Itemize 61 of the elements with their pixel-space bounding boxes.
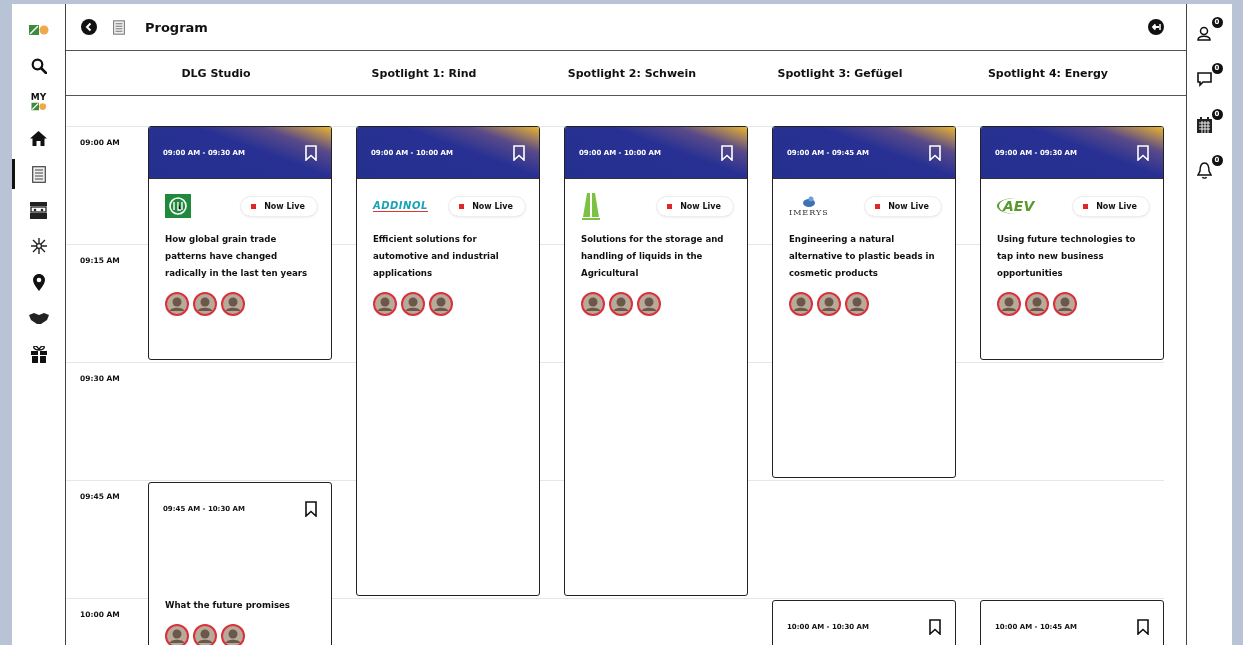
my-label: MY	[30, 93, 47, 102]
avatar	[221, 624, 245, 645]
sidebar-item[interactable]: MY	[11, 84, 66, 120]
column-heading: Spotlight 1: Rind	[370, 66, 478, 80]
column-heading: Spotlight 2: Schwein	[566, 66, 698, 80]
network-icon	[29, 237, 48, 255]
avatar	[609, 292, 633, 316]
bell-icon	[1196, 162, 1212, 179]
avatar	[429, 292, 453, 316]
avatar	[997, 292, 1021, 316]
list-icon[interactable]	[113, 19, 125, 35]
search-icon	[30, 58, 47, 74]
back-icon[interactable]	[81, 19, 97, 35]
logo-icon	[581, 191, 601, 221]
bookmark-icon[interactable]	[305, 501, 317, 517]
session-title: How global grain trade patterns have changed radically in the last ten years	[165, 233, 309, 280]
now-live-badge: Now Live	[241, 196, 317, 216]
avatar	[845, 292, 869, 316]
bookmark-icon[interactable]	[1137, 619, 1149, 635]
logo-icon	[28, 24, 49, 36]
now-live-badge: Now Live	[449, 196, 525, 216]
session-title: Solutions for the storage and handling of liquids in the Agricultural	[581, 233, 725, 280]
avatar	[1025, 292, 1049, 316]
session-title: Using future technologies to tap into new business opportunities	[997, 233, 1137, 280]
avatar	[581, 292, 605, 316]
chat-icon	[1196, 71, 1213, 87]
avatar	[401, 292, 425, 316]
avatar	[193, 292, 217, 316]
session-title: Engineering a natural alternative to plastic beads in cosmetic products	[789, 233, 936, 280]
gift-icon	[30, 345, 47, 363]
company-logo: AEV	[997, 198, 1035, 214]
column-heading: DLG Studio	[180, 66, 252, 80]
now-live-badge: Now Live	[865, 196, 941, 216]
map-pin-icon	[32, 273, 45, 291]
company-logo: IMERYS	[789, 195, 829, 217]
avatar	[165, 624, 189, 645]
avatar	[221, 292, 245, 316]
home-icon	[30, 130, 47, 146]
avatar	[193, 624, 217, 645]
column-heading: Spotlight 4: Energy	[986, 66, 1110, 80]
session-title: Efficient solutions for automotive and industrial applications	[373, 233, 500, 280]
session-title: What the future promises	[165, 599, 291, 612]
logo-icon	[165, 194, 191, 218]
logo-icon	[30, 102, 47, 111]
bookmark-icon[interactable]	[929, 619, 941, 635]
list-icon	[31, 165, 46, 183]
booth-icon	[30, 201, 47, 219]
avatar	[1053, 292, 1077, 316]
avatar	[637, 292, 661, 316]
exit-icon[interactable]	[1148, 19, 1164, 35]
avatar	[373, 292, 397, 316]
now-live-badge: Now Live	[657, 196, 733, 216]
now-live-badge: Now Live	[1073, 196, 1149, 216]
avatar	[817, 292, 841, 316]
avatar	[789, 292, 813, 316]
avatar	[165, 292, 189, 316]
person-icon	[1196, 25, 1213, 41]
page-title: Program	[145, 19, 208, 35]
calendar-icon	[1196, 117, 1212, 133]
company-logo: ADDINOL	[373, 200, 428, 212]
column-heading: Spotlight 3: Gefügel	[776, 66, 904, 80]
